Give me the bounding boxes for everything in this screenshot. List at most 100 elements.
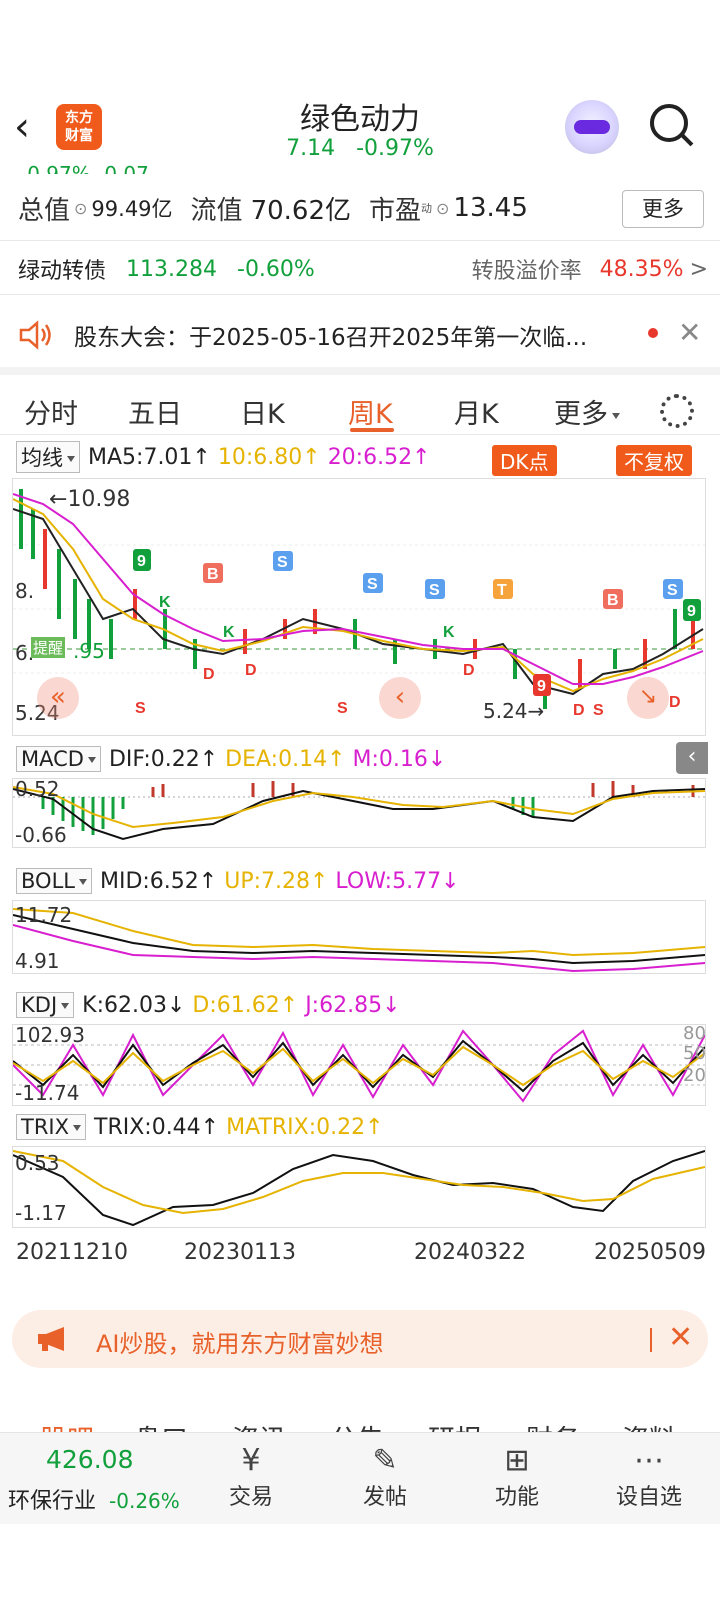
boll-selector-label: BOLL: [21, 869, 75, 893]
gear-icon[interactable]: [660, 394, 694, 428]
zoom-button[interactable]: ↘: [627, 677, 669, 719]
add-watchlist-button[interactable]: ⋯ 设自选: [594, 1443, 704, 1511]
boll-bottom-label: 4.91: [15, 949, 60, 973]
scroll-prev-button[interactable]: ‹: [379, 677, 421, 719]
industry-index-value[interactable]: 426.08: [46, 1445, 133, 1474]
dropdown-icon: [612, 412, 620, 419]
boll-top-label: 11.72: [15, 903, 73, 927]
ma20-value: 20:6.52↑: [327, 444, 431, 470]
section-gap: [0, 367, 720, 375]
kdj-svg: [12, 1029, 706, 1103]
svg-text:S: S: [667, 582, 678, 599]
kdj-k: K:62.03↓: [82, 992, 186, 1018]
macd-svg: [12, 781, 706, 841]
stock-change: -0.97%: [356, 136, 434, 161]
add-watchlist-label: 设自选: [615, 1485, 682, 1510]
macd-dif: DIF:0.22↑: [108, 746, 219, 772]
bond-price: 113.284: [126, 256, 217, 282]
candles: [19, 489, 695, 709]
ma5-value: MA5:7.01↑: [88, 444, 211, 470]
pe-info-icon[interactable]: ⊙: [436, 199, 449, 218]
top-header: ‹ 东方 财富 绿色动力 7.14 -0.97%: [0, 90, 720, 170]
notice-text: 股东大会：于2025-05-16召开2025年第一次临...: [74, 325, 588, 351]
kline-indicator-row: 均线 MA5:7.01↑ 10:6.80↑ 20:6.52↑: [16, 441, 431, 473]
divider: [0, 294, 720, 295]
tab-rik[interactable]: 日K: [240, 392, 285, 431]
kdj-chart[interactable]: 102.93 -11.74 80 50 20: [12, 1023, 706, 1106]
macd-selector[interactable]: MACD: [16, 746, 101, 772]
macd-chart[interactable]: 0.52 -0.66: [12, 777, 706, 848]
trix-selector[interactable]: TRIX: [16, 1114, 86, 1140]
trix-top-label: 0.53: [15, 1151, 60, 1175]
tab-zhouk[interactable]: 周K: [348, 392, 393, 431]
post-button[interactable]: ✎ 发帖: [330, 1443, 440, 1511]
svg-text:T: T: [497, 582, 507, 599]
boll-mid: MID:6.52↑: [99, 868, 218, 894]
ma10-value: 10:6.80↑: [217, 444, 321, 470]
scroll-left-button[interactable]: «: [37, 677, 79, 719]
svg-text:S: S: [593, 702, 604, 719]
megaphone-icon: [38, 1327, 64, 1351]
kdj-selector[interactable]: KDJ: [16, 992, 75, 1018]
kdj-j: J:62.85↓: [305, 992, 401, 1018]
ai-banner[interactable]: AI炒股，就用东方财富妙想 ✕: [12, 1310, 708, 1368]
industry-index[interactable]: 环保行业 -0.26%: [8, 1483, 180, 1515]
svg-text:S: S: [429, 582, 440, 599]
trade-label: 交易: [228, 1485, 273, 1510]
date-label-4: 20250509: [594, 1240, 706, 1265]
function-button[interactable]: ⊞ 功能: [462, 1443, 572, 1511]
kline-high-value: 10.98: [67, 487, 131, 512]
tab-yuek[interactable]: 月K: [454, 392, 499, 431]
close-icon[interactable]: ✕: [678, 316, 701, 349]
trix-chart[interactable]: 0.53 -1.17: [12, 1146, 706, 1228]
info-icon[interactable]: ⊙: [74, 199, 87, 218]
svg-text:K: K: [443, 624, 455, 641]
robot-visor-icon: [574, 120, 610, 134]
svg-text:D: D: [203, 666, 215, 683]
svg-text:S: S: [337, 700, 348, 717]
date-label-3: 20240322: [414, 1240, 526, 1265]
pe-value: 13.45: [453, 193, 528, 223]
dropdown-icon: [78, 879, 87, 885]
function-label: 功能: [494, 1485, 539, 1510]
boll-selector[interactable]: BOLL: [16, 868, 92, 894]
ma5-line: [12, 508, 704, 696]
chevron-right-icon: >: [689, 256, 708, 282]
notice-bar[interactable]: 股东大会：于2025-05-16召开2025年第一次临...: [0, 304, 720, 366]
boll-up: UP:7.28↑: [224, 868, 329, 894]
tab-fenshi[interactable]: 分时: [24, 392, 78, 431]
bond-row[interactable]: 绿动转债 113.284 -0.60% 转股溢价率 48.35% >: [18, 253, 708, 285]
date-label-2: 20230113: [184, 1240, 296, 1265]
kline-chart[interactable]: 9 B S S S T 9 B S 9 K K K D D D D D S S …: [12, 478, 706, 736]
close-icon[interactable]: ✕: [668, 1320, 693, 1355]
ma-selector[interactable]: 均线: [16, 441, 80, 473]
kdj-indicator-row: KDJ K:62.03↓ D:61.62↑ J:62.85↓: [16, 990, 401, 1020]
quote-row: 总值 ⊙ 99.49亿 流值 70.62亿 市盈 动 ⊙ 13.45: [18, 188, 708, 228]
kline-mid-label: .95: [73, 639, 105, 663]
dropdown-icon: [87, 757, 96, 763]
svg-text:9: 9: [137, 553, 146, 570]
collapse-panel-button[interactable]: ‹: [676, 742, 708, 774]
float-value: 70.62亿: [250, 195, 351, 226]
remind-tag[interactable]: 提醒: [31, 637, 66, 658]
tab-more-label: 更多: [554, 399, 608, 430]
ma10-line: [12, 498, 704, 693]
banner-divider: [650, 1328, 652, 1352]
svg-text:9: 9: [687, 603, 696, 620]
tab-wuri[interactable]: 五日: [128, 392, 182, 431]
kline-low-value: 5.24: [483, 699, 528, 723]
kdj-selector-label: KDJ: [21, 993, 58, 1017]
industry-name: 环保行业: [8, 1489, 97, 1514]
trix-indicator-row: TRIX TRIX:0.44↑ MATRIX:0.22↑: [16, 1112, 384, 1142]
float-value-label: 流值: [190, 195, 243, 226]
kdj-right-bottom: 20: [683, 1065, 706, 1086]
macd-dea: DEA:0.14↑: [225, 746, 346, 772]
tab-more[interactable]: 更多: [554, 392, 620, 431]
trade-button[interactable]: ¥ 交易: [196, 1443, 306, 1511]
more-button[interactable]: 更多: [622, 190, 704, 228]
dk-point-button[interactable]: DK点: [492, 445, 557, 476]
trix-svg: [12, 1150, 706, 1227]
no-adjust-button[interactable]: 不复权: [616, 445, 692, 476]
kdj-d: D:61.62↑: [192, 992, 299, 1018]
boll-chart[interactable]: 11.72 4.91: [12, 900, 706, 974]
